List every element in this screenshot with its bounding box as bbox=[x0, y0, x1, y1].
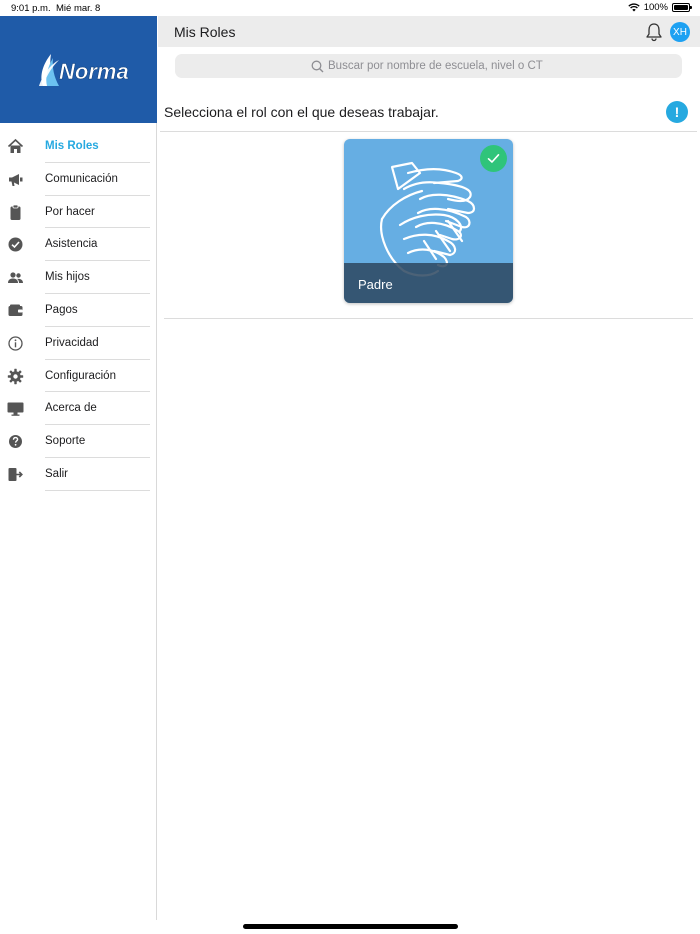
info-icon bbox=[8, 336, 23, 351]
norma-logo: Norma bbox=[38, 53, 129, 86]
sidebar-item-label: Salir bbox=[45, 467, 69, 480]
content-divider-top bbox=[160, 131, 697, 132]
status-bar: 9:01 p.m. Mié mar. 8 100% bbox=[0, 0, 700, 16]
checkmark-icon bbox=[487, 154, 500, 163]
sidebar-item-acerca-de[interactable]: Acerca de bbox=[0, 392, 157, 426]
megaphone-icon bbox=[9, 173, 23, 186]
sidebar-item-label: Pagos bbox=[45, 303, 78, 316]
sidebar-item-label: Soporte bbox=[45, 435, 86, 448]
logo-text: Norma bbox=[59, 59, 129, 84]
sidebar-nav: Mis Roles Comunicación Por hacer Asisten… bbox=[0, 130, 157, 491]
sidebar-item-label: Acerca de bbox=[45, 402, 97, 415]
info-button[interactable]: ! bbox=[666, 101, 688, 123]
sidebar-item-label: Comunicación bbox=[45, 172, 118, 185]
home-indicator[interactable] bbox=[243, 924, 458, 929]
sidebar-divider bbox=[45, 489, 150, 491]
battery-percent: 100% bbox=[643, 2, 668, 13]
sidebar-item-soporte[interactable]: Soporte bbox=[0, 425, 157, 458]
role-instruction: Selecciona el rol con el que deseas trab… bbox=[164, 104, 439, 120]
status-date: Mié mar. 8 bbox=[56, 3, 101, 14]
sidebar-item-pagos[interactable]: Pagos bbox=[0, 294, 157, 327]
page-title: Mis Roles bbox=[174, 24, 236, 40]
content-divider-bottom bbox=[164, 318, 693, 319]
sidebar-item-por-hacer[interactable]: Por hacer bbox=[0, 196, 157, 229]
search-bar[interactable] bbox=[175, 54, 682, 78]
battery-icon bbox=[672, 3, 692, 12]
sidebar-item-label: Privacidad bbox=[45, 336, 99, 349]
role-label: Padre bbox=[358, 277, 393, 292]
people-icon bbox=[8, 272, 23, 284]
bell-icon[interactable] bbox=[645, 22, 663, 42]
sidebar-item-privacidad[interactable]: Privacidad bbox=[0, 327, 157, 360]
battery-fill bbox=[674, 5, 688, 10]
sidebar: Norma Mis Roles Comunicación Por hacer A… bbox=[0, 16, 157, 920]
selected-check-badge bbox=[480, 145, 507, 172]
question-icon bbox=[9, 435, 22, 449]
sidebar-item-mis-hijos[interactable]: Mis hijos bbox=[0, 261, 157, 294]
status-right: 100% bbox=[628, 2, 692, 13]
monitor-icon bbox=[7, 402, 24, 417]
sidebar-item-salir[interactable]: Salir bbox=[0, 458, 157, 491]
sidebar-item-mis-roles[interactable]: Mis Roles bbox=[0, 130, 157, 163]
wallet-icon bbox=[8, 304, 23, 316]
search-input[interactable] bbox=[328, 60, 546, 72]
sidebar-item-comunicacion[interactable]: Comunicación bbox=[0, 163, 157, 196]
wifi-icon bbox=[628, 3, 640, 12]
search-icon bbox=[311, 60, 324, 72]
logout-icon bbox=[8, 467, 23, 481]
home-icon bbox=[7, 138, 24, 153]
clipboard-icon bbox=[10, 204, 21, 220]
gear-icon bbox=[7, 368, 24, 384]
sidebar-item-label: Configuración bbox=[45, 369, 116, 382]
sidebar-item-asistencia[interactable]: Asistencia bbox=[0, 228, 157, 262]
top-header: Mis Roles XH bbox=[158, 16, 700, 47]
check-circle-icon bbox=[8, 237, 23, 252]
sidebar-item-configuracion[interactable]: Configuración bbox=[0, 360, 157, 393]
sidebar-item-label: Mis Roles bbox=[45, 140, 99, 152]
sidebar-item-label: Mis hijos bbox=[45, 271, 90, 284]
role-card-padre[interactable]: Padre bbox=[344, 139, 513, 303]
sidebar-item-label: Por hacer bbox=[45, 205, 95, 218]
sidebar-item-label: Asistencia bbox=[45, 238, 98, 251]
role-caption: Padre bbox=[344, 263, 513, 303]
logo-panel: Norma bbox=[0, 16, 157, 123]
avatar[interactable]: XH bbox=[670, 22, 690, 42]
status-time: 9:01 p.m. bbox=[11, 3, 51, 14]
